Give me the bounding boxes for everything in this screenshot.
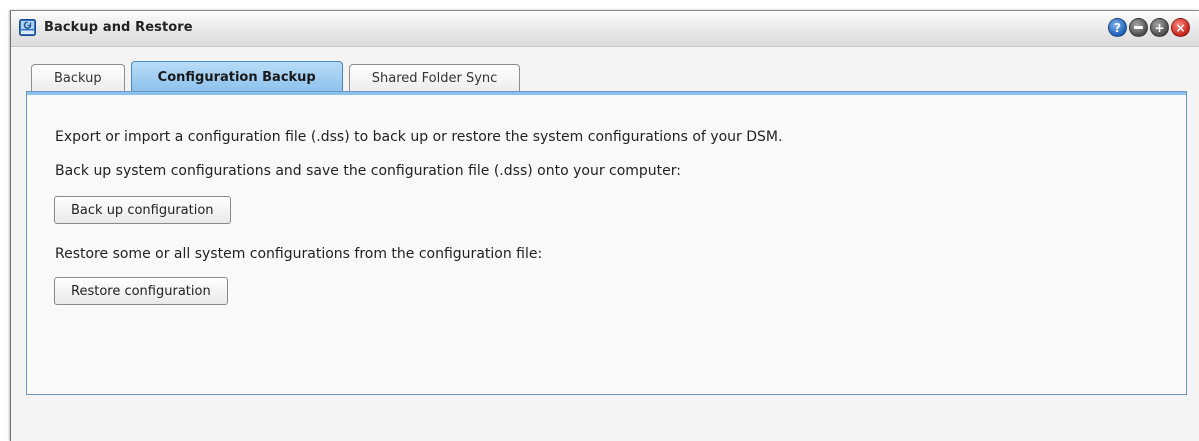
configuration-backup-panel: Export or import a configuration file (.… <box>26 91 1187 395</box>
tab-shared-folder-sync[interactable]: Shared Folder Sync <box>348 64 521 92</box>
panel-top-border <box>27 92 1186 95</box>
backup-description: Back up system configurations and save t… <box>55 163 682 179</box>
close-icon[interactable]: × <box>1171 18 1190 37</box>
window-controls: ? + × <box>1108 18 1190 38</box>
minimize-icon[interactable] <box>1129 18 1148 37</box>
window-title: Backup and Restore <box>44 20 193 35</box>
restore-description: Restore some or all system configuration… <box>55 246 543 262</box>
tab-backup[interactable]: Backup <box>31 64 125 92</box>
tab-configuration-backup[interactable]: Configuration Backup <box>130 61 343 92</box>
backup-restore-window: Backup and Restore ? + × Backup Configur… <box>10 10 1199 441</box>
help-icon[interactable]: ? <box>1108 18 1127 37</box>
backup-configuration-button[interactable]: Back up configuration <box>54 196 231 224</box>
window-titlebar[interactable]: Backup and Restore ? + × <box>11 11 1199 47</box>
maximize-icon[interactable]: + <box>1150 18 1169 37</box>
restore-configuration-button[interactable]: Restore configuration <box>54 277 228 305</box>
tab-bar: Backup Configuration Backup Shared Folde… <box>31 61 526 92</box>
backup-restore-icon <box>19 19 36 36</box>
intro-text: Export or import a configuration file (.… <box>55 129 783 145</box>
